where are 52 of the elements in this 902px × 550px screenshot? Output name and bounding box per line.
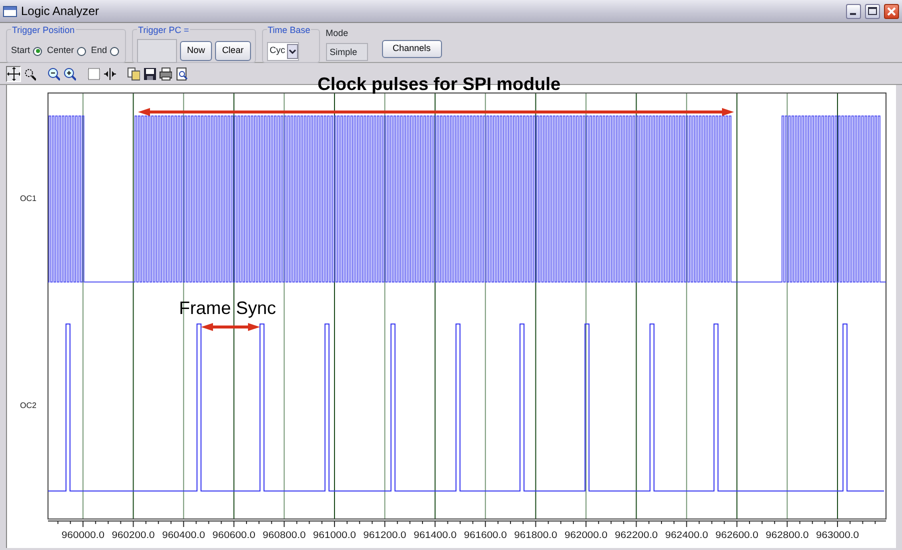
axis-tick-label: 960600.0 — [212, 530, 252, 541]
maximize-button[interactable] — [865, 4, 880, 18]
axis-tick-label: 960400.0 — [162, 530, 202, 541]
axis-tick-label: 962400.0 — [665, 530, 705, 541]
print-preview-icon[interactable] — [174, 66, 189, 82]
axis-tick-label: 963000.0 — [816, 530, 856, 541]
axis-tick-label: 961400.0 — [414, 530, 454, 541]
window-title: Logic Analyzer — [21, 3, 100, 20]
axis-tick-label: 960200.0 — [112, 530, 152, 541]
axis-tick-label: 962000.0 — [564, 530, 604, 541]
zoom-in-icon[interactable] — [62, 66, 77, 82]
axis-tick-label: 961600.0 — [464, 530, 504, 541]
axis-tick-label: 962800.0 — [766, 530, 806, 541]
double-arrow — [201, 323, 260, 331]
annotation-text: Clock pulses for SPI module — [317, 74, 561, 94]
pc-field[interactable] — [137, 39, 178, 63]
radio-button[interactable] — [110, 46, 120, 56]
axis-tick-label: 960000.0 — [62, 530, 102, 541]
cursor-icon[interactable] — [102, 66, 117, 82]
action-button[interactable]: Clear — [215, 41, 251, 61]
action-button[interactable]: Now — [180, 41, 212, 61]
radio-button[interactable] — [33, 46, 42, 56]
channels-button[interactable]: Channels — [382, 40, 442, 58]
radio-label: Center — [47, 44, 74, 58]
close-icon — [887, 6, 896, 16]
axis-tick-label: 961000.0 — [313, 530, 353, 541]
maximize-icon — [868, 7, 877, 15]
window-icon — [3, 6, 17, 16]
channel-label: OC2 — [20, 401, 36, 410]
save-icon[interactable] — [142, 66, 157, 82]
selection-box-icon[interactable] — [86, 66, 101, 82]
axis-tick-label: 961800.0 — [514, 530, 554, 541]
group-label: Trigger Position — [11, 24, 76, 38]
radio-label: Start — [11, 44, 30, 58]
time-base-dropdown[interactable]: Cyc — [266, 42, 300, 60]
close-button[interactable] — [884, 4, 899, 18]
minimize-button[interactable] — [846, 4, 861, 18]
mode-label: Mode — [326, 27, 350, 40]
radio-button[interactable] — [77, 46, 86, 56]
channel-label: OC1 — [20, 194, 36, 203]
print-icon[interactable] — [158, 66, 173, 82]
radio-label: End — [91, 44, 108, 58]
axis-tick-label: 962600.0 — [715, 530, 756, 541]
axis-tick-label: 960800.0 — [262, 530, 302, 541]
copy-icon[interactable] — [126, 66, 141, 82]
pan-icon[interactable] — [6, 66, 21, 82]
annotation-text: Frame Sync — [179, 298, 276, 318]
axis-tick-label: 961200.0 — [363, 530, 403, 541]
group-label: Trigger PC = — [137, 24, 190, 38]
axis-tick-label: 962200.0 — [614, 530, 654, 541]
zoom-out-icon[interactable] — [46, 66, 61, 82]
mode-field: Simple — [326, 42, 368, 60]
